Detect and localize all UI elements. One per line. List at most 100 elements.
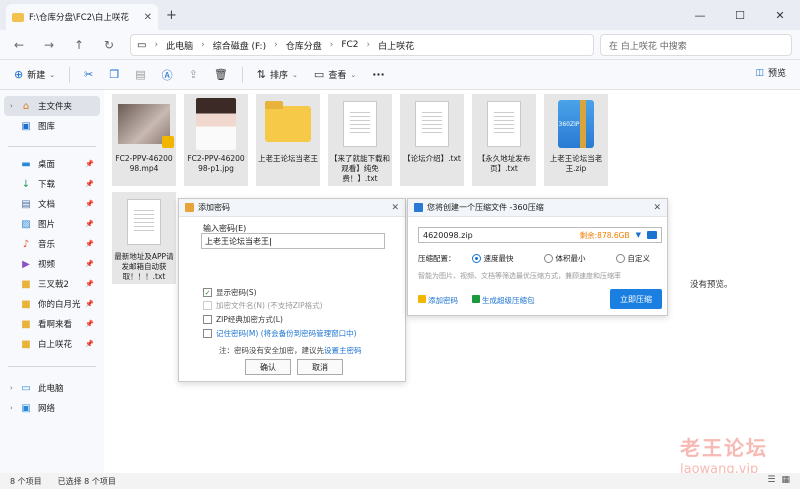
show-password-checkbox[interactable]: ✓ 显示密码(S) xyxy=(203,287,257,298)
sidebar-item-folder-2[interactable]: ■ 你的白月光 📌 xyxy=(4,294,100,314)
details-view-icon[interactable]: ☰ xyxy=(767,475,775,485)
sidebar-item-label: 下载 xyxy=(38,180,56,190)
close-tab-icon[interactable]: ✕ xyxy=(144,12,152,23)
ok-button[interactable]: 确认 xyxy=(245,359,291,375)
minimize-button[interactable]: — xyxy=(680,0,720,30)
copy-icon: ❐ xyxy=(109,68,120,81)
dropdown-arrow-icon[interactable]: ▼ xyxy=(636,231,641,239)
breadcrumb-fc2[interactable]: FC2 xyxy=(341,40,358,50)
archive-path-input[interactable]: 4620098.zip 剩余:878.6GB ▼ xyxy=(418,227,662,243)
encrypt-filenames-checkbox[interactable]: 加密文件名(N) (不支持ZIP格式) xyxy=(203,300,323,311)
divider xyxy=(69,66,71,83)
tiles-view-icon[interactable]: ▦ xyxy=(781,475,790,485)
file-name: 【论坛介绍】.txt xyxy=(403,154,461,163)
add-password-link[interactable]: 添加密码 xyxy=(418,295,458,306)
view-button[interactable]: ▭ 查看 ⌄ xyxy=(308,65,362,84)
breadcrumb-this-pc[interactable]: 此电脑 xyxy=(166,39,193,52)
rename-button[interactable]: Ⓐ xyxy=(156,64,179,86)
cut-button[interactable]: ✂ xyxy=(78,65,99,84)
sidebar-item-pictures[interactable]: ▨ 图片 📌 xyxy=(4,214,100,234)
pin-icon: 📌 xyxy=(85,200,94,208)
file-item-txt-3[interactable]: 【永久地址发布页】.txt xyxy=(472,94,536,186)
sidebar-item-label: 主文件夹 xyxy=(38,102,73,112)
file-item-txt-1[interactable]: 【来了就能下载和观看】纯免费！】.txt xyxy=(328,94,392,186)
file-item-video[interactable]: FC2-PPV-4620098.mp4 xyxy=(112,94,176,186)
make-sfx-link[interactable]: 生成超级压缩包 xyxy=(472,295,535,306)
text-file-icon xyxy=(343,101,377,147)
new-tab-button[interactable]: + xyxy=(166,8,177,23)
preview-label: 预览 xyxy=(767,69,786,79)
text-file-icon xyxy=(415,101,449,147)
lock-icon xyxy=(418,295,426,303)
delete-button[interactable]: 🗑 xyxy=(208,65,234,84)
sidebar-item-label: 白上咲花 xyxy=(38,340,73,350)
folder-icon: ■ xyxy=(21,298,31,310)
remember-password-checkbox[interactable]: 记住密码(M) (将会备份到密码管理窗口中) xyxy=(203,328,357,339)
password-input[interactable]: 上老王论坛当老王 | xyxy=(201,233,385,249)
preview-pane-button[interactable]: ◫ 预览 xyxy=(755,66,786,80)
file-item-txt-4[interactable]: 最新地址及APP请发邮箱自动获取！！！.txt xyxy=(112,192,176,284)
sidebar-item-folder-3[interactable]: ■ 看啊来看 📌 xyxy=(4,314,100,334)
folder-icon xyxy=(12,12,24,22)
radio-label: 速度最快 xyxy=(483,254,514,263)
sidebar-item-videos[interactable]: ▶ 视频 📌 xyxy=(4,254,100,274)
close-window-button[interactable]: ✕ xyxy=(760,0,800,30)
copy-button[interactable]: ❐ xyxy=(103,65,125,84)
sidebar-item-home[interactable]: › ⌂ 主文件夹 xyxy=(4,96,100,116)
sort-button[interactable]: ⇅ 排序 ⌄ xyxy=(251,65,304,84)
new-button[interactable]: ⊕ 新建 ⌄ xyxy=(8,65,61,84)
address-breadcrumb[interactable]: ▭ › 此电脑 › 综合磁盘 (F:) › 仓库分盘 › FC2 › 白上咲花 xyxy=(130,34,594,56)
cancel-button[interactable]: 取消 xyxy=(297,359,343,375)
forward-arrow-icon[interactable]: → xyxy=(40,36,58,54)
zip-archive-icon: 360ZIP xyxy=(558,100,594,148)
sidebar-item-downloads[interactable]: ↓ 下载 📌 xyxy=(4,174,100,194)
photo-thumbnail xyxy=(196,98,236,150)
radio-custom[interactable]: 自定义 xyxy=(615,253,650,264)
close-icon[interactable]: ✕ xyxy=(391,203,399,213)
pin-icon: 📌 xyxy=(85,180,94,188)
compress-now-button[interactable]: 立即压缩 xyxy=(610,289,662,309)
radio-fastest[interactable]: 速度最快 xyxy=(471,253,514,264)
back-arrow-icon[interactable]: ← xyxy=(10,36,28,54)
set-master-password-link[interactable]: 设置主密码 xyxy=(324,346,362,355)
sidebar-item-gallery[interactable]: ▣ 图库 xyxy=(4,116,100,136)
breadcrumb-current[interactable]: 白上咲花 xyxy=(378,39,414,52)
file-item-txt-2[interactable]: 【论坛介绍】.txt xyxy=(400,94,464,186)
search-input[interactable]: 在 白上咲花 中搜索 xyxy=(600,34,792,56)
sidebar-item-network[interactable]: › ▣ 网络 xyxy=(4,398,100,418)
sidebar-item-folder-4[interactable]: ■ 白上咲花 📌 xyxy=(4,334,100,354)
zip-classic-checkbox[interactable]: ZIP经典加密方式(L) xyxy=(203,314,283,325)
rename-icon: Ⓐ xyxy=(161,68,173,82)
sidebar-item-music[interactable]: ♪ 音乐 📌 xyxy=(4,234,100,254)
close-icon[interactable]: ✕ xyxy=(653,203,661,213)
chevron-right-icon[interactable]: › xyxy=(10,384,13,392)
sidebar-item-documents[interactable]: ▤ 文档 📌 xyxy=(4,194,100,214)
chevron-right-icon[interactable]: › xyxy=(10,404,13,412)
chevron-right-icon: › xyxy=(366,40,371,50)
dialog-title: 您将创建一个压缩文件 -360压缩 xyxy=(427,203,544,212)
chevron-right-icon[interactable]: › xyxy=(10,102,13,110)
sidebar-item-folder-1[interactable]: ■ 三叉戟2 📌 xyxy=(4,274,100,294)
sidebar-item-desktop[interactable]: ▬ 桌面 📌 xyxy=(4,154,100,174)
more-options-button[interactable]: ··· xyxy=(366,65,391,84)
up-arrow-icon[interactable]: ↑ xyxy=(70,36,88,54)
radio-smallest[interactable]: 体积最小 xyxy=(543,253,586,264)
selection-count: 已选择 8 个项目 xyxy=(57,476,116,486)
checkbox-label: ZIP经典加密方式(L) xyxy=(216,315,283,324)
dialog-titlebar: 您将创建一个压缩文件 -360压缩 ✕ xyxy=(408,199,667,217)
checkbox-label: 记住密码(M) (将会备份到密码管理窗口中) xyxy=(216,329,357,338)
share-button[interactable]: ⇪ xyxy=(183,65,204,84)
file-item-folder[interactable]: 上老王论坛当老王 xyxy=(256,94,320,186)
file-item-zip[interactable]: 360ZIP 上老王论坛当老王.zip xyxy=(544,94,608,186)
breadcrumb-warehouse[interactable]: 仓库分盘 xyxy=(286,39,322,52)
sidebar-item-this-pc[interactable]: › ▭ 此电脑 xyxy=(4,378,100,398)
picture-icon: ▨ xyxy=(21,218,31,230)
breadcrumb-drive-f[interactable]: 综合磁盘 (F:) xyxy=(213,39,266,52)
tab-current-folder[interactable]: F:\仓库分盘\FC2\白上咲花 ✕ xyxy=(6,4,158,30)
browse-folder-icon[interactable] xyxy=(647,231,657,239)
file-name: 最新地址及APP请发邮箱自动获取！！！.txt xyxy=(114,252,174,281)
maximize-button[interactable]: ☐ xyxy=(720,0,760,30)
file-item-photo[interactable]: FC2-PPV-4620098-p1.jpg xyxy=(184,94,248,186)
paste-button[interactable]: ▤ xyxy=(129,65,151,84)
refresh-icon[interactable]: ↻ xyxy=(100,36,118,54)
